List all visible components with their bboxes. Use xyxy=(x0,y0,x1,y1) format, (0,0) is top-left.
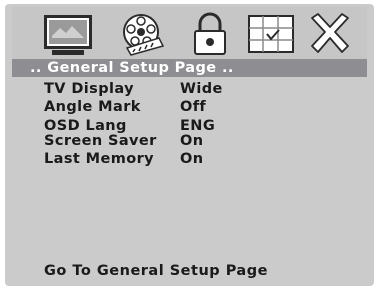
menu-row-tv-display[interactable]: TV Display Wide xyxy=(12,81,367,97)
menu-label: TV Display xyxy=(44,81,134,97)
close-x-icon[interactable] xyxy=(304,12,356,56)
menu-row-osd-lang[interactable]: OSD Lang ENG xyxy=(12,118,367,134)
status-bar: Go To General Setup Page xyxy=(12,258,367,284)
menu-value: On xyxy=(180,151,204,167)
menu-row-last-memory[interactable]: Last Memory On xyxy=(12,151,367,167)
menu-label: Last Memory xyxy=(44,151,154,167)
menu-value: On xyxy=(180,133,204,149)
padlock-icon[interactable] xyxy=(184,12,236,56)
menu-value: Wide xyxy=(180,81,223,97)
page-title: .. General Setup Page .. xyxy=(30,60,234,76)
menu-value: ENG xyxy=(180,118,216,134)
film-reel-icon[interactable] xyxy=(115,12,167,56)
menu-label: Screen Saver xyxy=(44,133,157,149)
page-title-bar: .. General Setup Page .. xyxy=(12,59,367,77)
grid-display-icon[interactable] xyxy=(245,12,297,56)
menu-label: Angle Mark xyxy=(44,99,141,115)
icon-menu-bar xyxy=(12,7,367,59)
menu-row-angle-mark[interactable]: Angle Mark Off xyxy=(12,99,367,115)
menu-value: Off xyxy=(180,99,207,115)
settings-menu: TV Display Wide Angle Mark Off OSD Lang … xyxy=(12,77,367,252)
menu-row-screen-saver[interactable]: Screen Saver On xyxy=(12,133,367,149)
menu-label: OSD Lang xyxy=(44,118,127,134)
tv-screen-icon[interactable] xyxy=(42,12,94,56)
status-text: Go To General Setup Page xyxy=(44,263,268,279)
